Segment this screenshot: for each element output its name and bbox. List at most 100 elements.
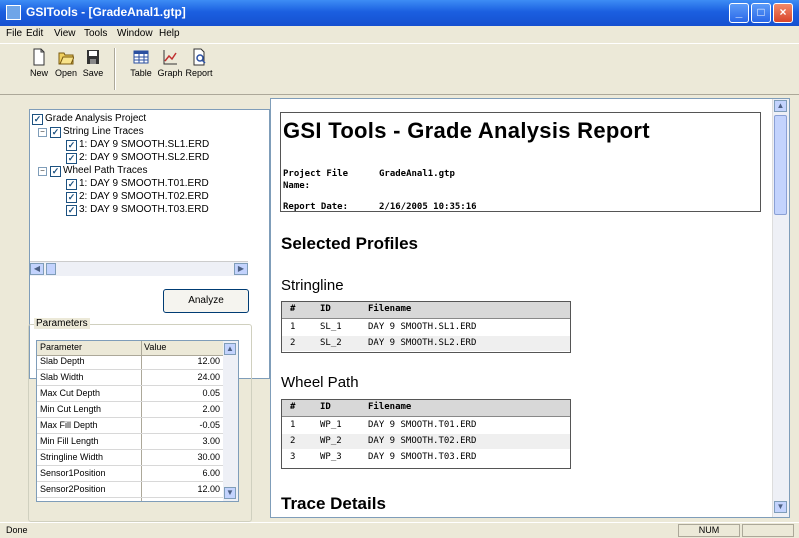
project-file-value: GradeAnal1.gtp [379, 169, 455, 179]
menu-file[interactable]: File [6, 28, 22, 39]
param-value[interactable]: 3.00 [202, 435, 220, 448]
grid-row[interactable]: Slab Depth 12.00 [37, 355, 224, 370]
graph-label: Graph [157, 68, 183, 78]
window-title: GSITools - [GradeAnal1.gtp] [26, 5, 186, 19]
param-value[interactable]: 2.00 [202, 403, 220, 416]
menu-edit[interactable]: Edit [26, 28, 43, 39]
report-pane[interactable]: GSI Tools - Grade Analysis Report Projec… [270, 98, 790, 518]
analyze-button[interactable]: Analyze [163, 289, 249, 313]
param-value[interactable]: 12.00 [197, 355, 220, 368]
report-vertical-scrollbar[interactable]: ▲ ▼ [772, 99, 789, 517]
scroll-left-icon[interactable]: ◀ [30, 263, 44, 275]
save-button[interactable]: Save [78, 48, 108, 90]
grid-row[interactable]: Min Fill Length 3.00 [37, 435, 224, 450]
row-filename: DAY 9 SMOOTH.SL2.ERD [368, 338, 477, 348]
menu-help[interactable]: Help [159, 28, 180, 39]
scroll-up-icon[interactable]: ▲ [774, 100, 787, 112]
project-file-label-name: Name: [283, 181, 311, 191]
tree-group-wheelpath[interactable]: − ✓ Wheel Path Traces [38, 164, 147, 177]
graph-button[interactable]: Graph [155, 48, 185, 90]
param-value[interactable]: 12.00 [197, 483, 220, 496]
scroll-right-icon[interactable]: ▶ [234, 263, 248, 275]
param-value[interactable]: 0.05 [202, 387, 220, 400]
checkbox-icon[interactable]: ✓ [66, 205, 77, 216]
scroll-up-icon[interactable]: ▲ [224, 343, 236, 355]
checkbox-icon[interactable]: ✓ [66, 153, 77, 164]
param-name: Stringline Width [40, 452, 104, 462]
tree-item-sl2[interactable]: ✓ 2: DAY 9 SMOOTH.SL2.ERD [66, 151, 209, 164]
tree-item-t03[interactable]: ✓ 3: DAY 9 SMOOTH.T03.ERD [66, 203, 209, 216]
param-value[interactable]: -0.05 [199, 419, 220, 432]
collapse-icon[interactable]: − [38, 167, 47, 176]
checkbox-icon[interactable]: ✓ [66, 179, 77, 190]
tree-item-t02[interactable]: ✓ 2: DAY 9 SMOOTH.T02.ERD [66, 190, 209, 203]
tree-item-sl1[interactable]: ✓ 1: DAY 9 SMOOTH.SL1.ERD [66, 138, 209, 151]
open-folder-icon [58, 52, 74, 65]
report-icon [193, 48, 206, 66]
app-icon [6, 5, 21, 20]
tree-item-label: 2: DAY 9 SMOOTH.SL2.ERD [79, 152, 210, 163]
new-label: New [29, 68, 48, 78]
tree-item-label: 3: DAY 9 SMOOTH.T03.ERD [79, 204, 209, 215]
grid-row[interactable]: Slab Width 24.00 [37, 371, 224, 386]
grid-row[interactable]: Min Cut Length 2.00 [37, 403, 224, 418]
tree-root[interactable]: ✓ Grade Analysis Project [32, 112, 146, 125]
row-id: WP_2 [320, 436, 342, 446]
tree-group-stringline[interactable]: − ✓ String Line Traces [38, 125, 144, 138]
menu-window[interactable]: Window [117, 28, 153, 39]
wheelpath-table: # ID Filename 1 WP_1 DAY 9 SMOOTH.T01.ER… [281, 399, 571, 469]
checkbox-icon[interactable]: ✓ [66, 140, 77, 151]
row-id: SL_2 [320, 338, 342, 348]
param-name: Min Fill Length [40, 436, 99, 446]
toolbar-separator [114, 48, 116, 90]
grid-row[interactable]: Max Fill Depth -0.05 [37, 419, 224, 434]
collapse-icon[interactable]: − [38, 128, 47, 137]
grid-row[interactable]: Stringline Width 30.00 [37, 451, 224, 466]
checkbox-icon[interactable]: ✓ [50, 166, 61, 177]
trace-details-heading: Trace Details [281, 494, 386, 513]
menu-view[interactable]: View [54, 28, 76, 39]
minimize-button[interactable]: _ [729, 3, 749, 23]
checkbox-icon[interactable]: ✓ [32, 114, 43, 125]
title-bar[interactable]: GSITools - [GradeAnal1.gtp] _ □ × [0, 0, 799, 26]
row-filename: DAY 9 SMOOTH.T01.ERD [368, 420, 477, 430]
row-id: SL_1 [320, 322, 342, 332]
row-filename: DAY 9 SMOOTH.SL1.ERD [368, 322, 477, 332]
row-number: 2 [290, 338, 296, 348]
param-value[interactable]: 24.00 [197, 371, 220, 384]
grid-row[interactable]: Sensor1Position 6.00 [37, 467, 224, 482]
checkbox-icon[interactable]: ✓ [50, 127, 61, 138]
report-button[interactable]: Report [184, 48, 214, 90]
scroll-down-icon[interactable]: ▼ [224, 487, 236, 499]
report-date-value: 2/16/2005 10:35:16 [379, 202, 477, 212]
maximize-button[interactable]: □ [751, 3, 771, 23]
checkbox-icon[interactable]: ✓ [66, 192, 77, 203]
row-number: 1 [290, 420, 296, 430]
grid-vertical-scrollbar[interactable]: ▲ ▼ [223, 341, 238, 501]
parameters-grid[interactable]: Parameter Value Slab Depth 12.00 Slab Wid… [36, 340, 239, 502]
param-name: Max Fill Depth [40, 420, 98, 430]
open-button[interactable]: Open [51, 48, 81, 90]
open-label: Open [54, 68, 78, 78]
col-number: # [290, 402, 296, 412]
scroll-down-icon[interactable]: ▼ [774, 501, 787, 513]
table-button[interactable]: Table [126, 48, 156, 90]
col-id: ID [320, 402, 331, 412]
save-label: Save [82, 68, 104, 78]
tree-item-t01[interactable]: ✓ 1: DAY 9 SMOOTH.T01.ERD [66, 177, 209, 190]
tree-horizontal-scrollbar[interactable]: ◀ ▶ [30, 261, 248, 276]
scroll-thumb[interactable] [46, 263, 56, 275]
param-value[interactable]: 6.00 [202, 467, 220, 480]
close-button[interactable]: × [773, 3, 793, 23]
selected-profiles-heading: Selected Profiles [281, 234, 419, 253]
report-title: GSI Tools - Grade Analysis Report [283, 118, 650, 143]
grid-row[interactable]: Sensor2Position 12.00 [37, 483, 224, 498]
status-bar: Done NUM [0, 522, 799, 538]
menu-tools[interactable]: Tools [84, 28, 107, 39]
menu-bar: File Edit View Tools Window Help [0, 26, 799, 42]
grid-row[interactable]: Max Cut Depth 0.05 [37, 387, 224, 402]
scroll-thumb[interactable] [774, 115, 787, 215]
new-button[interactable]: New [24, 48, 54, 90]
param-value[interactable]: 30.00 [197, 451, 220, 464]
report-label: Report [185, 68, 213, 78]
